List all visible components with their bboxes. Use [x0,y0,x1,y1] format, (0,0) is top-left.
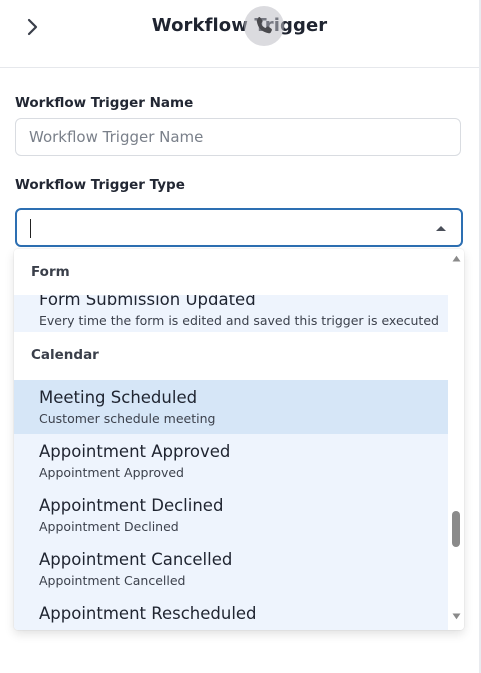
workflow-trigger-panel: Workflow Trigger Workflow Trigger Name W… [0,0,481,673]
option-description: Every time the form is edited and saved … [39,313,439,328]
dropdown-scrollbar[interactable] [448,249,464,630]
option-appointment-declined[interactable]: Appointment Declined Appointment Decline… [14,488,448,542]
option-title: Appointment Declined [39,496,224,515]
dropdown-list: Form Submission Updated Every time the f… [14,249,448,630]
page-title: Workflow Trigger [151,15,328,36]
group-header-form: Form [14,249,448,295]
floating-call-button[interactable] [244,6,284,46]
caret-up-icon[interactable] [435,224,447,232]
trigger-type-label: Workflow Trigger Type [15,177,185,193]
group-header-calendar: Calendar [14,332,448,378]
trigger-name-label: Workflow Trigger Name [15,95,194,111]
option-appointment-approved[interactable]: Appointment Approved Appointment Approve… [14,434,448,488]
option-title: Appointment Rescheduled [39,604,257,623]
option-description: Appointment Declined [39,519,179,534]
option-title: Appointment Cancelled [39,550,233,569]
panel-header: Workflow Trigger [0,0,479,68]
trigger-name-input[interactable] [15,118,461,156]
scroll-down-arrow-icon[interactable] [452,613,461,620]
option-title: Appointment Approved [39,442,231,461]
phone-icon [256,17,272,34]
scroll-up-arrow-icon[interactable] [452,255,461,262]
option-description: Customer schedule meeting [39,411,216,426]
trigger-type-dropdown: Form Submission Updated Every time the f… [14,249,464,630]
option-appointment-cancelled[interactable]: Appointment Cancelled Appointment Cancel… [14,542,448,596]
trigger-type-select[interactable] [15,208,463,247]
option-title: Meeting Scheduled [39,388,198,407]
option-appointment-rescheduled[interactable]: Appointment Rescheduled [14,596,448,630]
scrollbar-thumb[interactable] [452,511,460,547]
option-description: Appointment Cancelled [39,573,186,588]
option-meeting-scheduled[interactable]: Meeting Scheduled Customer schedule meet… [14,380,448,434]
option-description: Appointment Approved [39,465,184,480]
text-caret [30,219,31,238]
